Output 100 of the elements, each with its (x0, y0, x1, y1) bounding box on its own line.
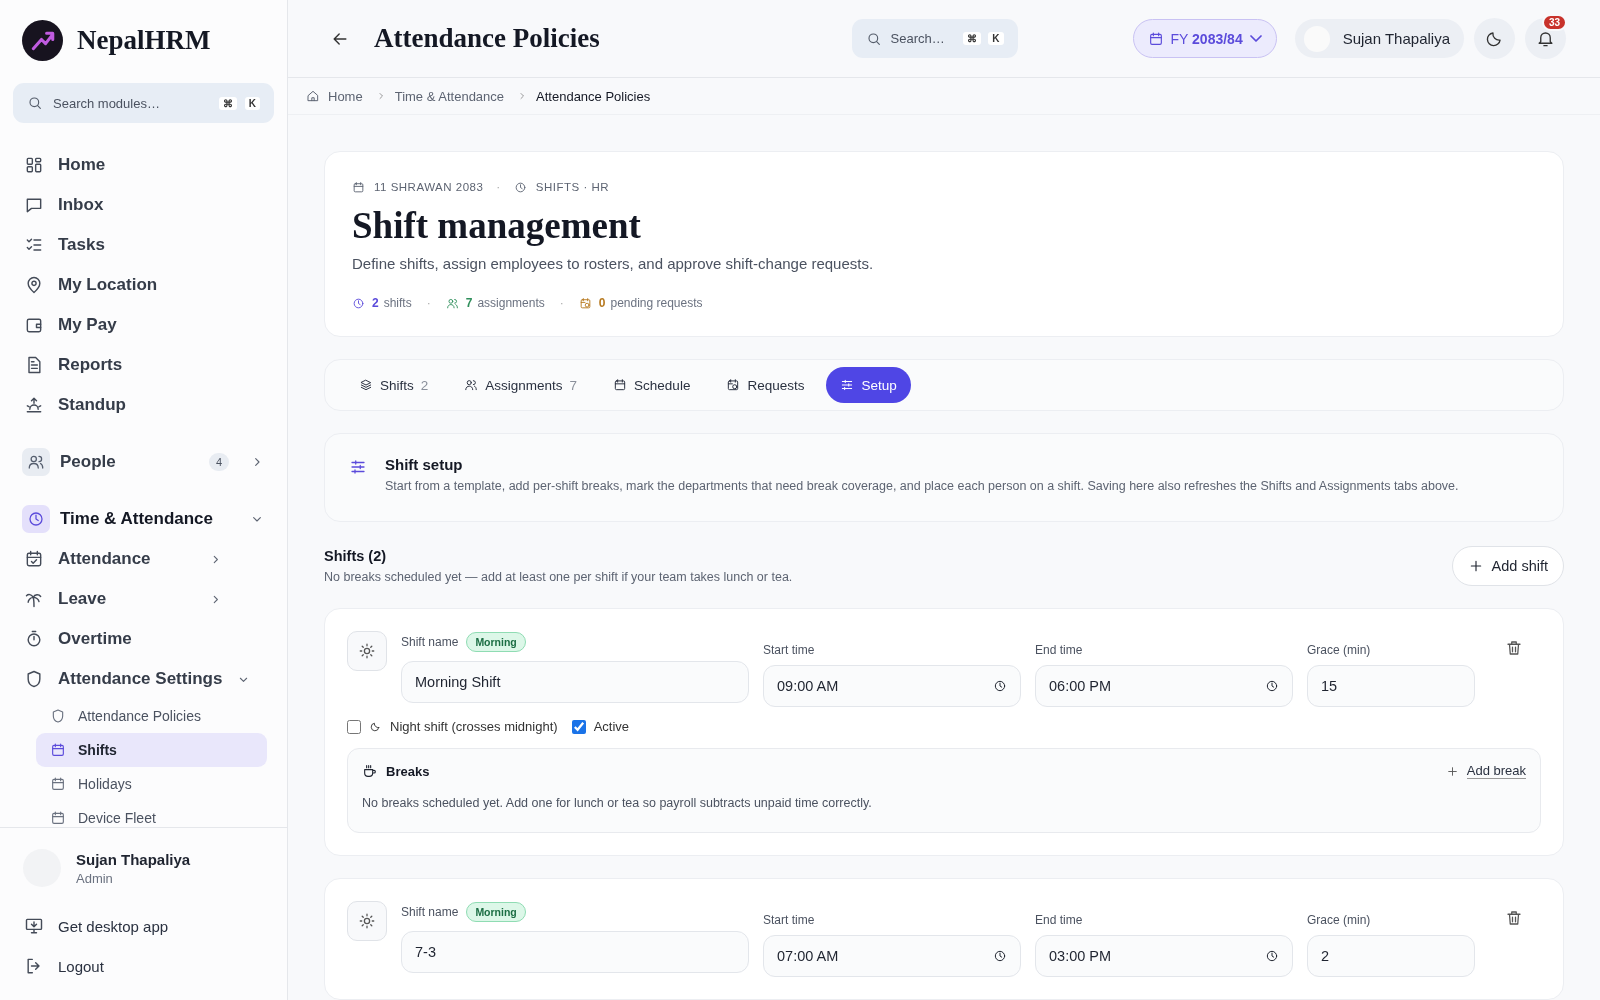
nav-item[interactable]: Overtime (0, 619, 287, 659)
field-label: Grace (min) (1307, 643, 1372, 657)
field-label: End time (1035, 643, 1084, 657)
field-label: Start time (763, 643, 816, 657)
nav-subitem[interactable]: Attendance Policies (36, 699, 267, 733)
card-description: Start from a template, add per-shift breaks, mark the departments that need break coverage, and place each person on a shift. Saving here also refreshes the Shifts and Assignments tabs above. (385, 479, 1459, 493)
section-title: Shift management (352, 204, 642, 247)
footer-link[interactable]: Get desktop app (0, 906, 287, 946)
nav-item[interactable]: My Pay (0, 305, 287, 345)
module-search-field[interactable]: Search modules… ⌘ K (13, 83, 274, 123)
sunrise-icon (24, 395, 44, 415)
key-hint: ⌘ (218, 96, 237, 110)
stat-value: 7 (465, 296, 473, 310)
calendar-icon (50, 742, 66, 758)
location-pin-icon (24, 275, 44, 295)
tab[interactable]: Schedule (599, 367, 705, 403)
sliders-icon (840, 378, 855, 392)
user-menu[interactable]: Sujan Thapaliya (1294, 19, 1464, 59)
stat-value: 0 (598, 296, 606, 310)
field-label: Shift name (401, 635, 459, 649)
end-time-input[interactable]: 06:00 PM (1035, 665, 1293, 707)
nav-label: Inbox (58, 195, 104, 215)
clock-icon (993, 949, 1007, 963)
nav-subitem[interactable]: Device Fleet (36, 801, 267, 827)
nav-subitem[interactable]: Shifts (36, 733, 267, 767)
nav-item[interactable]: Home (0, 145, 287, 185)
home-icon (306, 89, 320, 104)
moon-icon (1485, 29, 1504, 49)
key-hint: K (244, 96, 260, 110)
end-time-input[interactable]: 03:00 PM (1035, 935, 1293, 977)
calendar-icon (50, 776, 66, 792)
calendar-icon (578, 296, 592, 310)
search-input[interactable]: Search modules… (51, 94, 211, 112)
nav-group[interactable]: Time & Attendance (0, 499, 287, 539)
start-time-input[interactable]: 09:00 AM (763, 665, 1021, 707)
nav-label: Reports (58, 355, 123, 375)
tab[interactable]: Setup (826, 367, 911, 403)
nav-item[interactable]: Inbox (0, 185, 287, 225)
field-label: End time (1035, 913, 1084, 927)
section-heading: Shifts (2) (324, 548, 388, 564)
stat-label: pending requests (610, 296, 703, 310)
field-label: Start time (763, 913, 816, 927)
nav-item[interactable]: Attendance (0, 539, 287, 579)
nav-label: Leave (58, 589, 107, 609)
nav-label: Attendance Settings (58, 669, 223, 689)
nav-subitem[interactable]: Holidays (36, 767, 267, 801)
stat-value: 2 (372, 296, 379, 310)
panel-title: Breaks (386, 763, 430, 779)
grace-input[interactable]: 2 (1307, 935, 1475, 977)
tab[interactable]: Shifts 2 (345, 367, 443, 403)
add-break-link[interactable]: Add break (1466, 763, 1526, 779)
user-role: Admin (76, 870, 114, 886)
tab[interactable]: Assignments 7 (450, 367, 592, 403)
search-field[interactable]: Search… ⌘ K (851, 19, 1018, 59)
nav-label: Home (58, 155, 106, 175)
shift-tag: Morning (466, 902, 526, 922)
theme-toggle[interactable] (1474, 18, 1515, 60)
nav-item[interactable]: Standup (0, 385, 287, 425)
add-shift-button[interactable]: Add shift (1451, 546, 1564, 586)
chevron-down-icon (1249, 35, 1262, 43)
calendar-icon (50, 810, 66, 826)
nav-label: Attendance (58, 549, 151, 569)
nav-item[interactable]: Leave (0, 579, 287, 619)
nav-label: Logout (58, 957, 104, 975)
shift-name-input[interactable]: Morning Shift (401, 661, 749, 703)
shift-tag: Morning (466, 632, 526, 652)
nav-item[interactable]: Tasks (0, 225, 287, 265)
nav-label: Overtime (58, 629, 132, 649)
grace-input[interactable]: 15 (1307, 665, 1475, 707)
breadcrumb-link[interactable]: Home (328, 88, 363, 104)
clock-icon (1265, 679, 1279, 693)
search-input[interactable]: Search… (888, 30, 957, 48)
footer-link[interactable]: Logout (0, 946, 287, 986)
shield-icon (50, 708, 66, 724)
sun-icon (347, 901, 387, 941)
people-icon (464, 378, 479, 392)
clock-icon (513, 180, 527, 194)
nav-group[interactable]: People 4 (0, 442, 287, 482)
breadcrumb-link[interactable]: Attendance Policies (536, 88, 651, 104)
user-name: Sujan Thapaliya (76, 850, 191, 868)
nav-item[interactable]: My Location (0, 265, 287, 305)
tab[interactable]: Requests (712, 367, 819, 403)
clock-icon (993, 679, 1007, 693)
checkbox[interactable] (347, 719, 361, 734)
section-description: Define shifts, assign employees to rosters, and approve shift-change requests. (352, 255, 875, 272)
nav-label: People (60, 452, 116, 472)
breadcrumb-link[interactable]: Time & Attendance (394, 88, 505, 104)
trash-icon[interactable] (1505, 639, 1523, 657)
shift-name-input[interactable]: 7-3 (401, 931, 749, 973)
fiscal-year-selector[interactable]: FY 2083/84 (1132, 19, 1277, 59)
section-hint: No breaks scheduled yet — add at least one per shift if your team takes lunch or tea. (324, 570, 793, 584)
calendar-icon (726, 378, 741, 392)
shield-icon (24, 669, 44, 689)
start-time-input[interactable]: 07:00 AM (763, 935, 1021, 977)
people-icon (22, 448, 50, 476)
checkbox[interactable] (571, 719, 586, 734)
context-label: SHIFTS · HR (535, 181, 610, 193)
nav-item[interactable]: Reports (0, 345, 287, 385)
trash-icon[interactable] (1505, 909, 1523, 927)
nav-item[interactable]: Attendance Settings (0, 659, 287, 699)
